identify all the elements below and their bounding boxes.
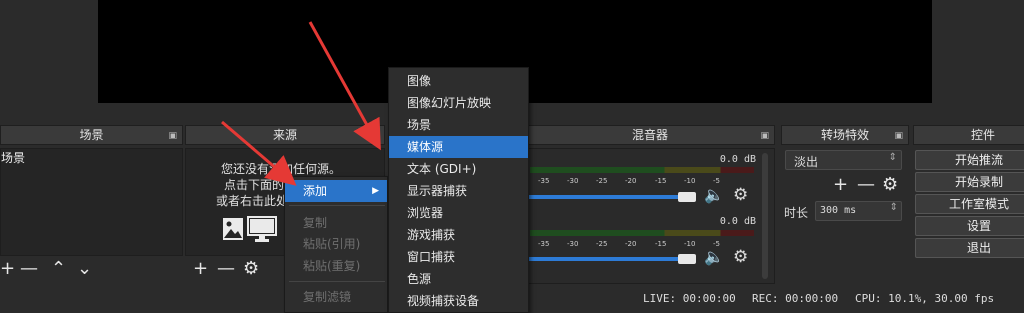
annotation-arrows xyxy=(221,21,381,186)
arrow-to-media-source xyxy=(308,21,381,151)
arrow-to-add xyxy=(221,120,297,186)
